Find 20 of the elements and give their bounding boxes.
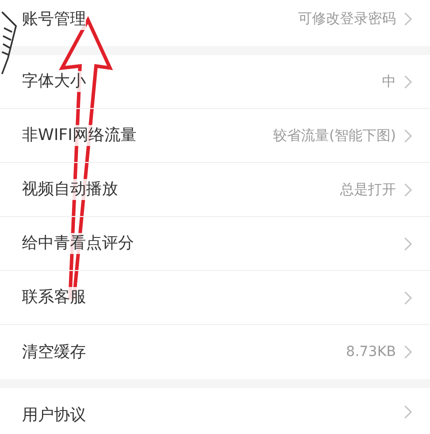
chevron-right-icon xyxy=(404,12,412,26)
setting-label: 清空缓存 xyxy=(22,342,86,362)
setting-label: 非WIFI网络流量 xyxy=(22,125,136,146)
setting-value: 可修改登录密码 xyxy=(298,10,396,28)
chevron-right-icon xyxy=(404,290,412,304)
setting-value: 总是打开 xyxy=(340,180,396,198)
chevron-right-icon xyxy=(404,405,412,419)
chevron-right-icon xyxy=(404,128,412,142)
pencil-drawing xyxy=(1,11,17,74)
setting-value: 8.73KB xyxy=(346,344,396,360)
chevron-right-icon xyxy=(404,182,412,196)
setting-label: 字体大小 xyxy=(22,71,86,92)
setting-value: 中 xyxy=(382,72,396,90)
setting-value: 较省流量(智能下图) xyxy=(273,126,396,144)
chevron-right-icon xyxy=(404,345,412,359)
setting-label: 给中青看点评分 xyxy=(22,233,134,254)
setting-label: 视频自动播放 xyxy=(22,179,118,200)
setting-label: 账号管理 xyxy=(22,8,86,30)
chevron-right-icon xyxy=(404,74,412,88)
chevron-right-icon xyxy=(404,236,412,250)
